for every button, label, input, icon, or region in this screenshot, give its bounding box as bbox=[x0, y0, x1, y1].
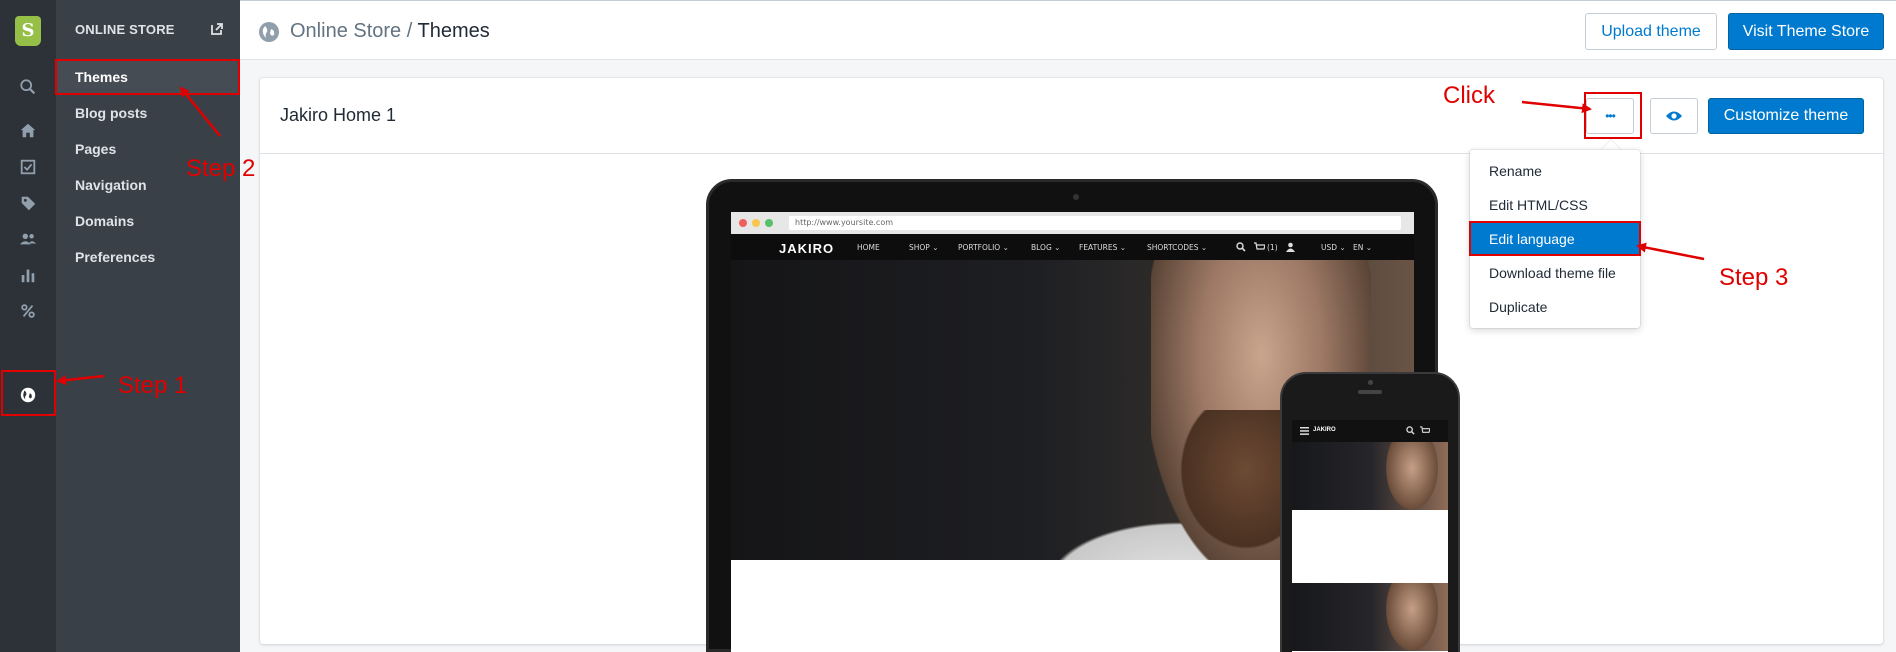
online-store-nav: ONLINE STORE Themes Blog posts Pages Nav… bbox=[56, 0, 240, 652]
menu-item-edit-html-css[interactable]: Edit HTML/CSS bbox=[1470, 188, 1640, 222]
site-nav-shortcodes: SHORTCODES ⌄ bbox=[1147, 243, 1208, 252]
menu-item-rename[interactable]: Rename bbox=[1470, 154, 1640, 188]
mobile-logo: JAKIRO bbox=[1313, 427, 1336, 433]
breadcrumb: Online Store / Themes bbox=[290, 20, 490, 43]
nav-item-domains[interactable]: Domains bbox=[56, 203, 240, 239]
breadcrumb-separator: / bbox=[401, 20, 418, 42]
phone-mockup: JAKIRO bbox=[1280, 372, 1460, 652]
site-language: EN ⌄ bbox=[1353, 243, 1373, 252]
more-actions-button[interactable]: ••• bbox=[1586, 98, 1634, 134]
mobile-search-icon bbox=[1406, 426, 1415, 435]
shopify-logo-icon[interactable]: S bbox=[15, 16, 41, 46]
site-cart-icon bbox=[1254, 242, 1265, 250]
site-logo: JAKIRO bbox=[779, 241, 835, 256]
menu-item-edit-language[interactable]: Edit language bbox=[1470, 222, 1640, 256]
minimize-dot-icon bbox=[752, 219, 760, 227]
theme-actions-menu: Rename Edit HTML/CSS Edit language Downl… bbox=[1470, 150, 1640, 328]
external-link-icon[interactable] bbox=[210, 22, 224, 36]
eye-icon bbox=[1666, 111, 1682, 121]
site-search-icon bbox=[1236, 242, 1246, 252]
orders-icon[interactable] bbox=[16, 155, 40, 179]
nav-item-blog-posts[interactable]: Blog posts bbox=[56, 95, 240, 131]
analytics-icon[interactable] bbox=[16, 263, 40, 287]
url-field: http://www.yoursite.com bbox=[789, 216, 1401, 230]
site-cart-count: (1) bbox=[1267, 243, 1278, 252]
online-store-icon[interactable] bbox=[16, 383, 40, 407]
menu-item-duplicate[interactable]: Duplicate bbox=[1470, 290, 1640, 324]
phone-screen: JAKIRO bbox=[1292, 420, 1448, 652]
tag-icon[interactable] bbox=[16, 191, 40, 215]
card-header: Jakiro Home 1 ••• Customize theme bbox=[260, 78, 1883, 154]
nav-item-label: Themes bbox=[75, 69, 128, 85]
site-user-icon bbox=[1286, 242, 1295, 252]
page-title: Themes bbox=[417, 20, 490, 42]
site-nav-features: FEATURES ⌄ bbox=[1079, 243, 1127, 252]
breadcrumb-parent[interactable]: Online Store bbox=[290, 20, 401, 42]
close-dot-icon bbox=[739, 219, 747, 227]
click-label: Click bbox=[1443, 82, 1495, 109]
icon-rail: S bbox=[0, 0, 56, 652]
ellipsis-icon: ••• bbox=[1605, 109, 1616, 123]
menu-item-download-theme-file[interactable]: Download theme file bbox=[1470, 256, 1640, 290]
step2-label: Step 2 bbox=[186, 155, 256, 182]
home-icon[interactable] bbox=[16, 119, 40, 143]
preview-button[interactable] bbox=[1650, 98, 1698, 134]
top-bar: Online Store / Themes Upload theme Visit… bbox=[240, 0, 1896, 60]
site-nav-blog: BLOG ⌄ bbox=[1031, 243, 1061, 252]
site-navbar: JAKIRO HOME SHOP ⌄ PORTFOLIO ⌄ BLOG ⌄ FE… bbox=[731, 234, 1414, 260]
customers-icon[interactable] bbox=[16, 227, 40, 251]
nav-item-label: Blog posts bbox=[75, 105, 148, 121]
nav-header: ONLINE STORE bbox=[75, 22, 175, 37]
site-nav-shop: SHOP ⌄ bbox=[909, 243, 939, 252]
phone-camera-icon bbox=[1368, 380, 1373, 385]
search-icon[interactable] bbox=[16, 75, 40, 99]
step3-label: Step 3 bbox=[1719, 264, 1789, 291]
nav-item-label: Domains bbox=[75, 213, 135, 229]
browser-bar: http://www.yoursite.com bbox=[731, 212, 1414, 234]
site-nav-portfolio: PORTFOLIO ⌄ bbox=[958, 243, 1009, 252]
step1-label: Step 1 bbox=[118, 372, 188, 399]
site-currency: USD ⌄ bbox=[1321, 243, 1346, 252]
upload-theme-button[interactable]: Upload theme bbox=[1585, 13, 1717, 50]
hamburger-icon bbox=[1300, 427, 1309, 435]
nav-item-preferences[interactable]: Preferences bbox=[56, 239, 240, 275]
mobile-hero-image bbox=[1292, 442, 1448, 510]
maximize-dot-icon bbox=[765, 219, 773, 227]
nav-item-label: Preferences bbox=[75, 249, 156, 265]
customize-theme-button[interactable]: Customize theme bbox=[1708, 98, 1864, 134]
nav-item-themes[interactable]: Themes bbox=[56, 59, 240, 95]
mobile-navbar: JAKIRO bbox=[1292, 420, 1448, 442]
mobile-hero-image bbox=[1292, 583, 1448, 651]
online-store-icon bbox=[258, 21, 280, 43]
mobile-cart-icon bbox=[1420, 426, 1430, 433]
nav-item-label: Pages bbox=[75, 141, 117, 157]
visit-theme-store-button[interactable]: Visit Theme Store bbox=[1728, 13, 1884, 50]
site-nav-home: HOME bbox=[857, 243, 880, 252]
theme-title: Jakiro Home 1 bbox=[280, 105, 397, 125]
camera-icon bbox=[1073, 194, 1079, 200]
phone-speaker bbox=[1358, 390, 1382, 394]
nav-item-label: Navigation bbox=[75, 177, 147, 193]
discounts-icon[interactable] bbox=[16, 299, 40, 323]
